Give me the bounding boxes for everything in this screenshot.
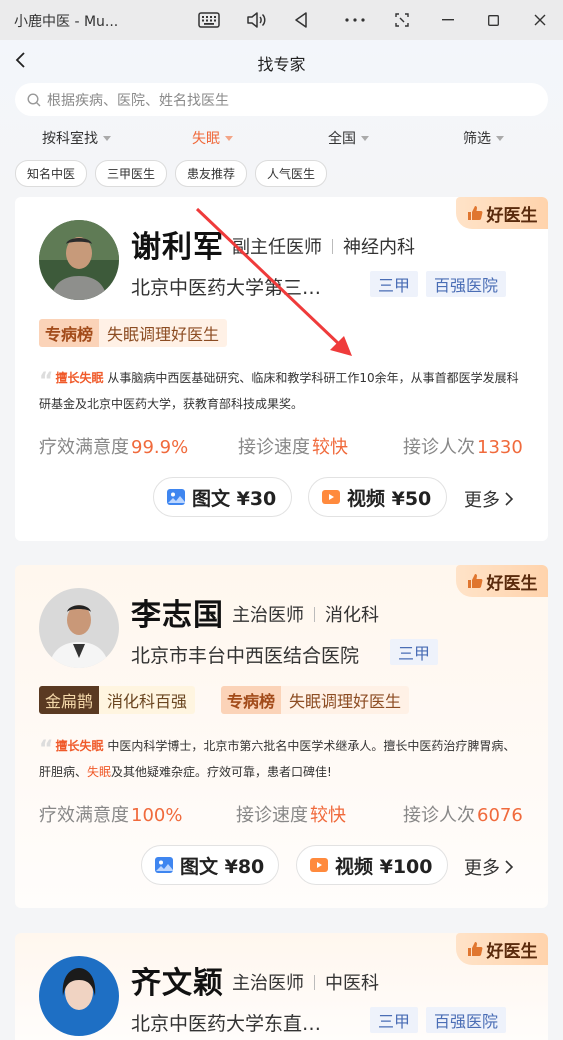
doctor-card[interactable]: 好医生 李志国 主治医师 消化科 北京市丰台中西医结合医院 三甲 金扁鹊 消化科百强… — [15, 565, 548, 908]
video-icon — [310, 858, 328, 872]
image-icon — [155, 857, 173, 873]
stat-count: 接诊人次 6076 — [403, 805, 523, 826]
doctor-name: 李志国 — [131, 598, 224, 633]
text-consult-button[interactable]: 图文 ¥80 — [141, 845, 279, 885]
stat-satisfaction: 疗效满意度 100% — [39, 805, 183, 826]
doctor-title-dept: 主治医师 中医科 — [232, 973, 379, 994]
hospital-tag: 百强医院 — [426, 1007, 507, 1033]
hospital-name: 北京市丰台中西医结合医院 — [131, 645, 360, 667]
thumbs-up-icon — [467, 942, 482, 956]
doctor-title-dept: 主治医师 消化科 — [232, 605, 379, 626]
thumbs-up-icon — [467, 574, 482, 588]
rank-badge-gold: 金扁鹊 消化科百强 — [39, 686, 196, 714]
doctor-card[interactable]: 好医生 齐文颖 主治医师 中医科 北京中医药大学东直… 三甲 百强医院 — [15, 933, 548, 1040]
video-consult-button[interactable]: 视频 ¥100 — [296, 845, 448, 885]
doctor-name: 齐文颖 — [131, 966, 224, 1001]
rank-badge: 专病榜 失眠调理好医生 — [221, 686, 410, 714]
doctor-description: “擅长失眠 中医内科学博士，北京市第六批名中医学术继承人。擅长中医药治疗脾胃病、… — [39, 737, 516, 779]
avatar — [39, 956, 119, 1036]
hospital-name: 北京中医药大学东直… — [131, 1013, 322, 1035]
stat-speed: 接诊速度 较快 — [236, 805, 346, 826]
chevron-right-icon — [505, 860, 514, 874]
hospital-tag: 三甲 — [370, 1007, 419, 1033]
more-link[interactable]: 更多 — [464, 854, 514, 880]
hospital-tag: 三甲 — [390, 639, 439, 665]
avatar — [39, 588, 119, 668]
quote-icon: “ — [39, 737, 54, 762]
good-doctor-badge: 好医生 — [456, 565, 548, 597]
good-doctor-badge: 好医生 — [456, 933, 548, 965]
